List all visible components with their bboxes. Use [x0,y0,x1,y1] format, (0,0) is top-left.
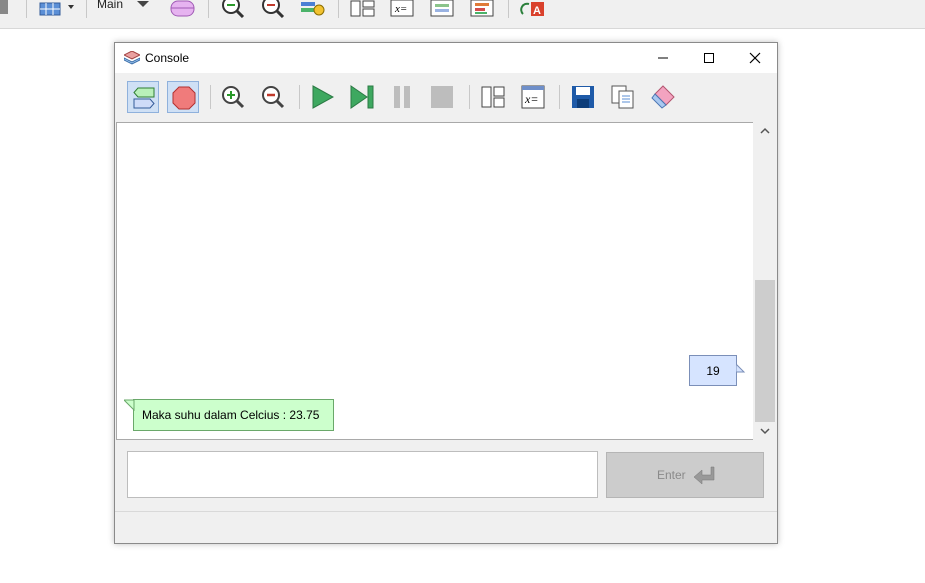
maximize-icon [704,53,714,63]
minimize-button[interactable] [640,43,686,73]
pause-button[interactable] [386,81,418,113]
scroll-thumb[interactable] [755,280,775,422]
step-button[interactable] [346,81,378,113]
close-icon [749,52,761,64]
variables-button[interactable]: x= [517,81,549,113]
toolbar-separator [26,0,27,18]
svg-text:A: A [533,5,541,17]
flowchart-dropdown-icon[interactable] [38,0,78,18]
play-icon [312,85,334,109]
console-toolbar: x= [115,73,777,121]
function-selector[interactable]: Main [97,0,123,11]
clear-button[interactable] [647,81,679,113]
document-icon[interactable] [430,0,456,18]
save-icon [572,86,594,108]
zoom-in-icon[interactable] [220,0,246,19]
toolbar-separator [208,0,209,18]
window-title: Console [145,51,190,65]
copy-icon [611,85,634,109]
toolbar-separator [559,85,560,109]
variables-icon: x= [521,85,545,109]
zoom-in-button[interactable] [217,81,249,113]
output-bubble-text: Maka suhu dalam Celcius : 23.75 [142,408,320,422]
copy-button[interactable] [607,81,639,113]
maximize-button[interactable] [686,43,732,73]
vertical-scrollbar[interactable] [753,122,776,440]
enter-button[interactable]: Enter [606,452,764,498]
console-app-icon [122,50,142,65]
process-shape-icon[interactable] [170,0,196,18]
toolbar-separator [338,0,339,18]
return-arrow-icon [693,466,715,485]
title-bar[interactable]: Console [115,43,777,73]
toolbar-separator [299,85,300,109]
stop-sign-icon [172,86,196,110]
stop-icon [431,86,453,108]
chevron-up-icon [760,127,770,134]
toolbar-separator [210,85,211,109]
stop-sign-toggle[interactable] [167,81,199,113]
svg-text:x=: x= [524,92,538,106]
settings-icon[interactable] [300,0,326,18]
layout-icon [481,86,505,108]
scroll-down-button[interactable] [753,423,776,440]
chevron-down-icon [760,428,770,435]
layout-icon[interactable] [350,0,376,18]
variables-icon[interactable]: x= [390,0,416,18]
bubble-tail [124,399,135,411]
zoom-in-icon [222,86,245,109]
enter-label: Enter [657,468,686,482]
minimize-icon [658,57,668,59]
partial-icon[interactable] [0,0,10,18]
zoom-out-icon[interactable] [260,0,286,19]
eraser-icon [651,85,675,109]
toolbar-separator [86,0,87,18]
layout-button[interactable] [477,81,509,113]
scroll-up-button[interactable] [753,122,776,139]
stop-button[interactable] [426,81,458,113]
zoom-out-icon [262,86,285,109]
input-bubble: 19 [689,355,746,386]
bubble-tail [736,364,746,373]
flowchart-mode-icon [133,87,155,109]
background-toolbar: Main x= A [0,0,925,29]
pause-icon [394,86,410,108]
svg-text:x=: x= [394,3,407,15]
close-button[interactable] [732,43,778,73]
dropdown-arrow-icon[interactable] [137,1,149,7]
language-icon[interactable]: A [520,0,546,18]
run-button[interactable] [306,81,338,113]
zoom-out-button[interactable] [257,81,289,113]
code-icon[interactable] [470,0,496,18]
save-button[interactable] [567,81,599,113]
toolbar-separator [469,85,470,109]
step-icon [350,85,374,109]
toolbar-separator [508,0,509,18]
status-divider [115,511,777,512]
console-window: Console x= 19 Maka suhu dalam Celcius: … [114,42,778,544]
output-bubble: Maka suhu dalam Celcius : 23.75 [124,399,334,431]
flowchart-mode-toggle[interactable] [127,81,159,113]
input-bubble-value: 19 [706,364,720,378]
console-input[interactable] [127,451,598,498]
console-output: 19 Maka suhu dalam Celcius : 23.75 [116,122,754,440]
